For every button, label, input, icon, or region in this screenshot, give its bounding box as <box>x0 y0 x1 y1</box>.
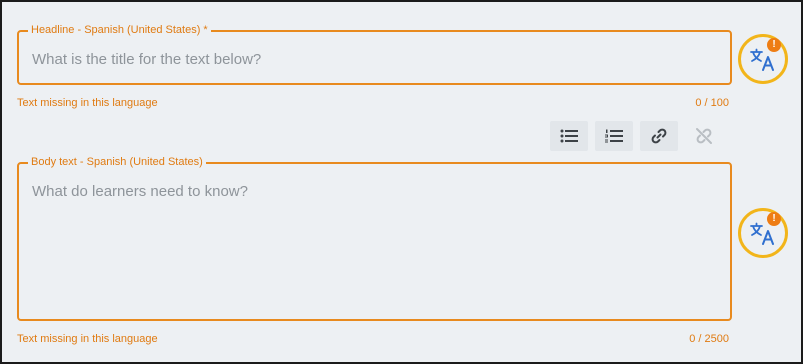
bulleted-list-button[interactable] <box>550 121 588 151</box>
body-text-helper-text: Text missing in this language <box>17 333 158 345</box>
headline-char-counter: 0 / 100 <box>695 97 729 109</box>
headline-field[interactable]: Headline - Spanish (United States) * <box>17 23 732 85</box>
numbered-list-icon <box>605 129 623 143</box>
headline-helper-text: Text missing in this language <box>17 97 158 109</box>
headline-translate-button[interactable]: ! <box>738 34 788 84</box>
headline-input[interactable] <box>32 49 718 69</box>
link-button[interactable] <box>640 121 678 151</box>
editor-panel: Headline - Spanish (United States) * Tex… <box>0 0 803 364</box>
warning-badge: ! <box>767 212 781 226</box>
rich-text-toolbar <box>550 121 726 151</box>
headline-label: Headline - Spanish (United States) * <box>28 23 211 37</box>
bulleted-list-icon <box>560 129 578 143</box>
warning-badge: ! <box>767 38 781 52</box>
unlink-icon <box>696 128 712 144</box>
body-text-input[interactable] <box>32 183 718 309</box>
body-text-field[interactable]: Body text - Spanish (United States) <box>17 155 732 321</box>
numbered-list-button[interactable] <box>595 121 633 151</box>
unlink-button <box>685 121 723 151</box>
body-text-char-counter: 0 / 2500 <box>689 333 729 345</box>
body-text-translate-button[interactable]: ! <box>738 208 788 258</box>
link-icon <box>651 128 667 144</box>
body-text-label: Body text - Spanish (United States) <box>28 155 206 169</box>
